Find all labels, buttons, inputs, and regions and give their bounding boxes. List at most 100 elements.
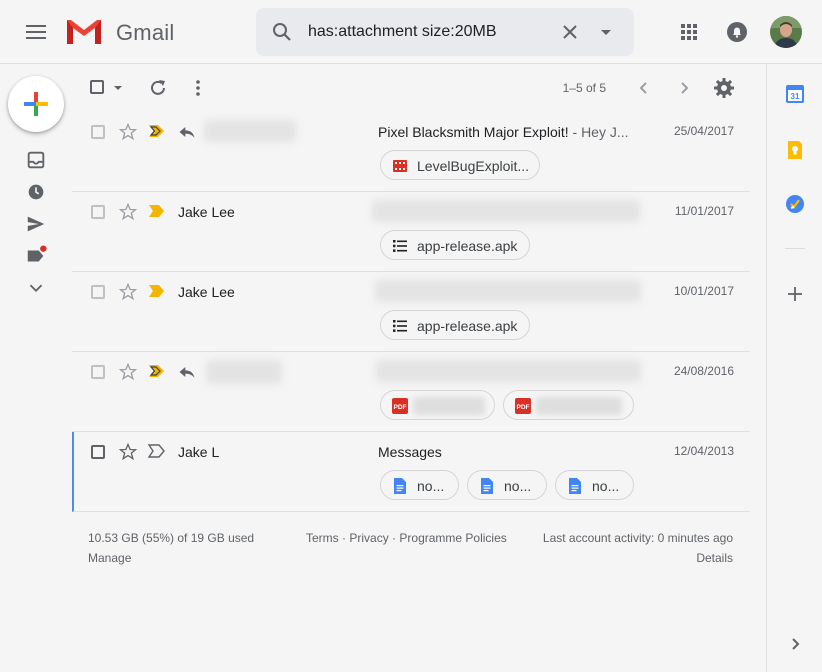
sent-icon[interactable] <box>25 213 47 235</box>
more-options-icon[interactable] <box>186 76 210 100</box>
email-date: 24/08/2016 <box>673 364 734 378</box>
storage-usage: 10.53 GB (55%) of 19 GB used <box>88 531 255 545</box>
footer-links: Terms · Privacy · Programme Policies <box>306 531 507 545</box>
video-file-icon <box>393 160 407 172</box>
email-date: 25/04/2017 <box>673 124 734 138</box>
email-date: 11/01/2017 <box>674 204 734 218</box>
add-addon-plus-icon[interactable] <box>785 284 805 304</box>
star-icon[interactable] <box>118 282 138 302</box>
gmail-logo-icon[interactable] <box>64 16 104 48</box>
svg-text:PDF: PDF <box>394 404 407 411</box>
activity-details-link[interactable]: Details <box>696 551 733 565</box>
compose-button[interactable] <box>8 76 64 132</box>
pdf-file-icon: PDF <box>392 398 408 414</box>
calendar-icon[interactable]: 31 <box>785 84 805 104</box>
notifications-bell-icon[interactable] <box>725 20 749 44</box>
attachment-chip[interactable]: PDF <box>503 390 634 420</box>
attachment-name: app-release.apk <box>417 238 518 254</box>
row-checkbox[interactable] <box>91 125 105 139</box>
account-avatar[interactable] <box>770 16 802 48</box>
labels-icon[interactable] <box>25 245 47 267</box>
settings-gear-icon[interactable] <box>712 76 736 100</box>
star-icon[interactable] <box>118 362 138 382</box>
attachment-chip[interactable]: app-release.apk <box>380 230 530 260</box>
apk-file-icon <box>393 240 407 252</box>
manage-storage-link[interactable]: Manage <box>88 551 131 565</box>
attachment-chip[interactable]: no... <box>555 470 634 500</box>
email-row[interactable]: Jake Lee 11/01/2017 app-release.apk <box>72 192 750 272</box>
snoozed-clock-icon[interactable] <box>25 181 47 203</box>
compose-plus-icon <box>24 92 48 116</box>
email-subject: Pixel Blacksmith Major Exploit! - Hey J.… <box>378 124 629 140</box>
attachment-chip[interactable]: LevelBugExploit... <box>380 150 540 180</box>
docs-file-icon <box>481 478 493 494</box>
star-icon[interactable] <box>118 202 138 222</box>
keep-notes-icon[interactable] <box>785 140 805 160</box>
search-options-caret-icon[interactable] <box>594 20 618 44</box>
select-all-checkbox[interactable] <box>88 78 128 98</box>
email-sender: Jake L <box>178 444 220 460</box>
subject-redacted <box>376 360 641 382</box>
attachment-name: LevelBugExploit... <box>417 158 530 174</box>
newer-chevron-left-icon[interactable] <box>632 76 656 100</box>
replied-arrow-icon <box>179 367 195 378</box>
docs-file-icon <box>394 478 406 494</box>
terms-link[interactable]: Terms <box>306 531 339 545</box>
row-checkbox[interactable] <box>91 205 105 219</box>
row-checkbox[interactable] <box>91 285 105 299</box>
star-icon[interactable] <box>118 442 138 462</box>
apk-file-icon <box>393 320 407 332</box>
top-header: Gmail <box>0 0 822 64</box>
email-subject: Messages <box>378 444 442 460</box>
main-menu-button[interactable] <box>20 16 52 48</box>
important-double-chevron-icon[interactable] <box>148 364 166 378</box>
attachment-chip[interactable]: no... <box>380 470 459 500</box>
search-icon[interactable] <box>270 20 294 44</box>
attachment-name: app-release.apk <box>417 318 518 334</box>
privacy-link[interactable]: Privacy <box>349 531 388 545</box>
star-icon[interactable] <box>118 122 138 142</box>
show-side-panel-chevron-icon[interactable] <box>785 634 805 654</box>
email-row[interactable]: 24/08/2016 PDF PDF <box>72 352 750 432</box>
tasks-icon[interactable] <box>785 194 805 214</box>
replied-arrow-icon <box>179 127 195 138</box>
select-caret-icon[interactable] <box>112 82 124 94</box>
sender-redacted <box>204 120 296 142</box>
app-name: Gmail <box>116 20 175 45</box>
row-checkbox[interactable] <box>91 445 105 459</box>
subject-redacted <box>372 200 640 222</box>
row-checkbox[interactable] <box>91 365 105 379</box>
last-activity: Last account activity: 0 minutes ago <box>542 531 733 545</box>
inbox-icon[interactable] <box>25 149 47 171</box>
attachment-chip[interactable]: PDF <box>380 390 495 420</box>
clear-search-icon[interactable] <box>558 20 582 44</box>
attachment-name-redacted <box>413 397 485 415</box>
email-row[interactable]: Pixel Blacksmith Major Exploit! - Hey J.… <box>72 112 750 192</box>
svg-text:31: 31 <box>791 92 800 101</box>
search-input[interactable] <box>308 18 548 46</box>
attachment-name: no... <box>592 478 620 494</box>
user-photo-icon <box>770 16 802 48</box>
email-sender: Jake Lee <box>178 204 235 220</box>
programme-policies-link[interactable]: Programme Policies <box>399 531 506 545</box>
attachment-name: no... <box>417 478 445 494</box>
email-list: Pixel Blacksmith Major Exploit! - Hey J.… <box>72 112 750 512</box>
pagination-count: 1–5 of 5 <box>562 81 606 95</box>
pdf-file-icon: PDF <box>515 398 531 414</box>
apps-grid-icon[interactable] <box>677 20 701 44</box>
important-marker-icon[interactable] <box>148 204 166 218</box>
email-row[interactable]: Jake Lee 10/01/2017 app-release.apk <box>72 272 750 352</box>
not-important-marker-icon[interactable] <box>148 444 166 458</box>
older-chevron-right-icon[interactable] <box>672 76 696 100</box>
attachment-chip[interactable]: app-release.apk <box>380 310 530 340</box>
more-chevron-down-icon[interactable] <box>25 277 47 299</box>
attachment-name: no... <box>504 478 532 494</box>
important-double-chevron-icon[interactable] <box>148 124 166 138</box>
side-panel: 31 <box>766 64 822 672</box>
subject-redacted <box>375 280 641 302</box>
sender-redacted <box>206 360 282 384</box>
refresh-icon[interactable] <box>146 76 170 100</box>
attachment-chip[interactable]: no... <box>467 470 547 500</box>
email-row[interactable]: Jake L Messages 12/04/2013 no... no... n… <box>72 432 750 512</box>
important-marker-icon[interactable] <box>148 284 166 298</box>
